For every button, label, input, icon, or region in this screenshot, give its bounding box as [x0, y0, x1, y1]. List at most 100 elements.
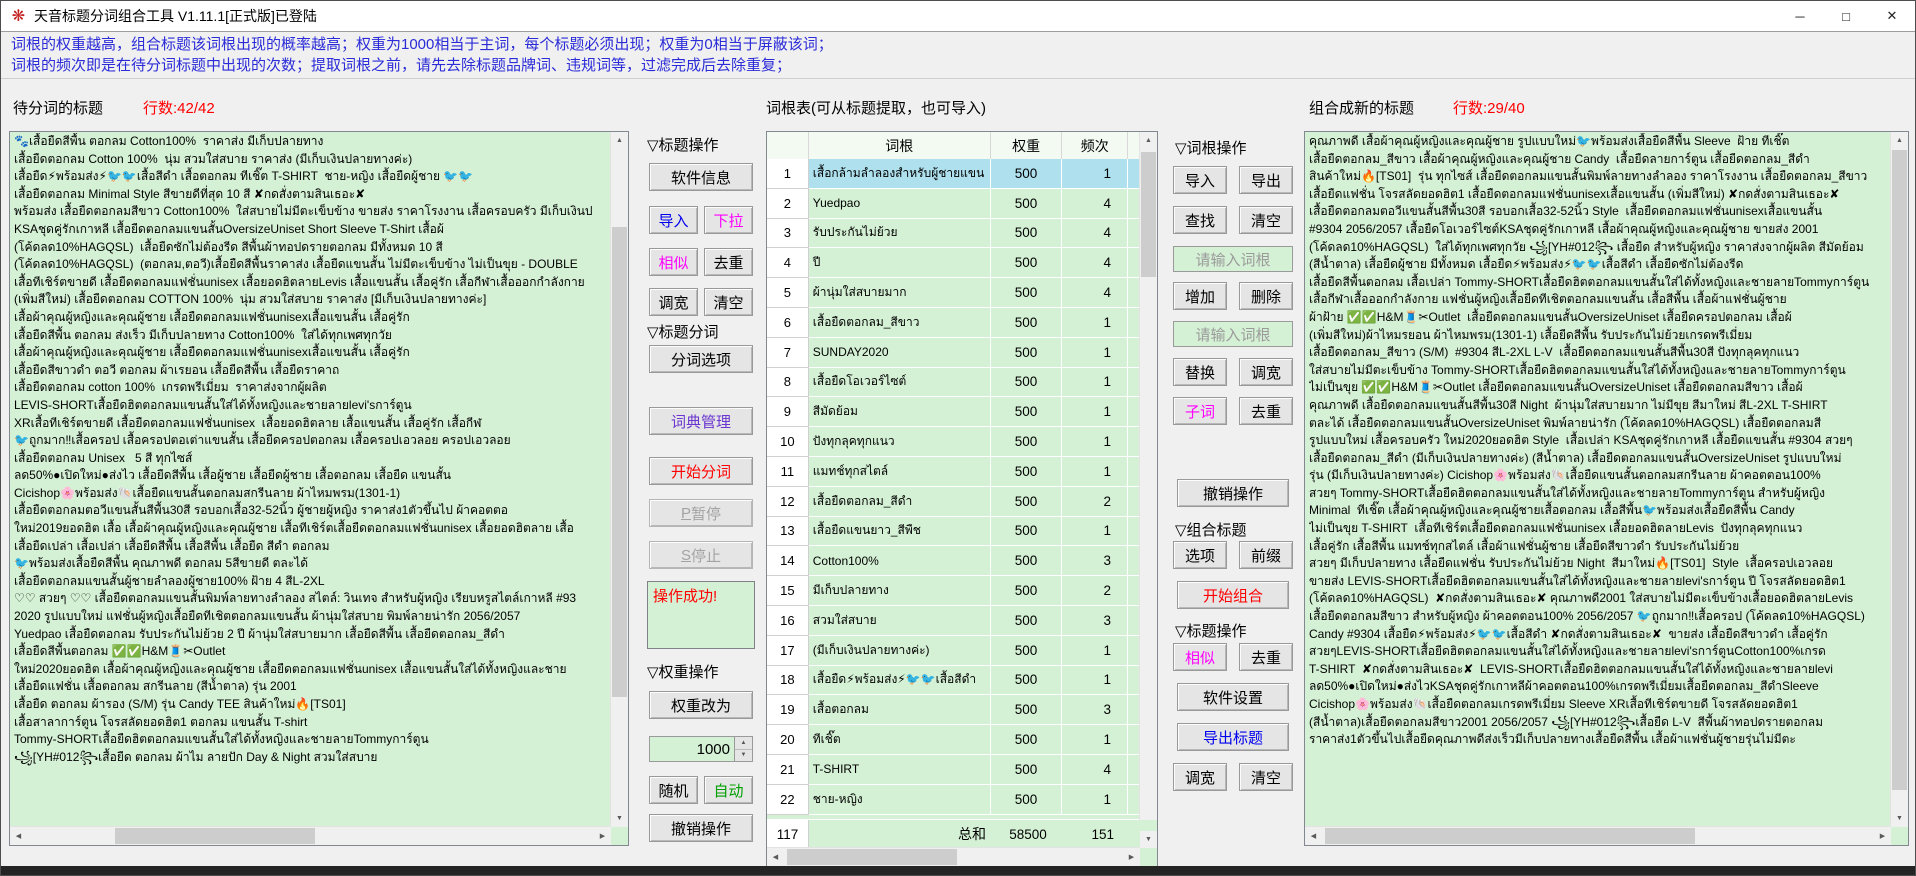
root-table[interactable]: 词根 权重 频次 1เสื้อกล้ามลำลองสำหรับผู้ชายแขน…: [766, 131, 1158, 867]
root-table-row[interactable]: 7SUNDAY20205001: [767, 338, 1140, 368]
root-table-row[interactable]: 13เสื้อยืดแขนยาว_สีพืช5001: [767, 517, 1140, 547]
root-table-row[interactable]: 4ปี5004: [767, 248, 1140, 278]
source-horizontal-scrollbar[interactable]: ◀ ▶: [10, 826, 611, 845]
random-weight-button[interactable]: 随机: [649, 776, 698, 804]
root-table-row[interactable]: 9สีมัดย้อม5001: [767, 397, 1140, 427]
clear-roots-button[interactable]: 清空: [1239, 206, 1293, 234]
root-table-row[interactable]: 8เสื้อยืดโอเวอร์ไซต์5001: [767, 368, 1140, 398]
delete-root-button[interactable]: 删除: [1239, 282, 1293, 310]
root-table-row[interactable]: 18เสื้อยืด⚡พร้อมส่ง⚡🐦🐦เสื้อสีดำ5001: [767, 666, 1140, 696]
close-button[interactable]: ✕: [1869, 1, 1915, 31]
find-root-button[interactable]: 查找: [1173, 206, 1227, 234]
prefix-button[interactable]: 前缀: [1239, 541, 1293, 569]
root-table-row[interactable]: 17(มีเก็บเงินปลายทางค่ะ)5001: [767, 636, 1140, 666]
import-roots-button[interactable]: 导入: [1173, 166, 1227, 194]
root-table-row[interactable]: 6เสื้อยืดตอกลม_สีขาว5001: [767, 308, 1140, 338]
scroll-right-icon[interactable]: ▶: [1123, 848, 1140, 865]
left-panel-title: 待分词的标题: [13, 97, 103, 118]
minimize-button[interactable]: ─: [1777, 1, 1823, 31]
subword-button[interactable]: 子词: [1173, 397, 1227, 425]
scroll-down-icon[interactable]: ▼: [1140, 831, 1157, 848]
root-table-row[interactable]: 22ชาย-หญิง5001: [767, 785, 1140, 815]
scroll-thumb[interactable]: [612, 227, 627, 697]
similar-titles-button[interactable]: 相似: [649, 248, 698, 276]
stop-button[interactable]: S停止: [649, 541, 753, 569]
source-vertical-scrollbar[interactable]: ▲ ▼: [610, 132, 628, 827]
cell-weight: 500: [991, 189, 1063, 219]
root-table-row[interactable]: 15มีเก็บปลายทาง5002: [767, 576, 1140, 606]
root-table-row[interactable]: 10ปังทุกลุคทุกแนว5001: [767, 427, 1140, 457]
start-segment-button[interactable]: 开始分词: [649, 457, 753, 485]
dictionary-manage-button[interactable]: 词典管理: [649, 407, 753, 435]
weight-value-spinner[interactable]: 1000 ▲ ▼: [649, 736, 753, 762]
scroll-thumb[interactable]: [115, 828, 315, 844]
dedupe-results-button[interactable]: 去重: [1239, 643, 1293, 671]
pause-button[interactable]: P暂停: [649, 499, 753, 527]
root-table-row[interactable]: 16สวมใส่สบาย5003: [767, 606, 1140, 636]
scroll-thumb[interactable]: [787, 849, 957, 865]
scroll-thumb[interactable]: [1892, 150, 1907, 790]
scroll-up-icon[interactable]: ▲: [1140, 132, 1157, 149]
result-titles-textarea[interactable]: คุณภาพดี เสื้อผ้าคุณผู้หญิงและคุณผู้ชาย …: [1304, 131, 1909, 846]
export-titles-button[interactable]: 导出标题: [1177, 723, 1289, 751]
title-line: สวยๆ มีเก็บปลายทาง เสื้อยืดแฟชั่น รับประ…: [1309, 555, 1888, 573]
scroll-thumb[interactable]: [1325, 828, 1695, 844]
scroll-left-icon[interactable]: ◀: [10, 827, 27, 844]
clear-results-button[interactable]: 清空: [1239, 763, 1293, 791]
root-table-row[interactable]: 1เสื้อกล้ามลำลองสำหรับผู้ชายแขน5001: [767, 159, 1140, 189]
undo-weight-button[interactable]: 撤销操作: [649, 814, 753, 842]
scroll-right-icon[interactable]: ▶: [1874, 827, 1891, 844]
auto-weight-button[interactable]: 自动: [704, 776, 753, 804]
root-table-row[interactable]: 21T-SHIRT5004: [767, 755, 1140, 785]
undo-roots-button[interactable]: 撤销操作: [1177, 479, 1289, 507]
root-table-row[interactable]: 19เสื้อตอกลม5003: [767, 695, 1140, 725]
widen-roots-button[interactable]: 调宽: [1239, 358, 1293, 386]
replace-root-button[interactable]: 替换: [1173, 358, 1227, 386]
root-table-row[interactable]: 12เสื้อยืดตอกลม_สีดำ5002: [767, 487, 1140, 517]
result-horizontal-scrollbar[interactable]: ◀ ▶: [1305, 826, 1891, 845]
title-line: เสื้อยืด⚡พร้อมส่ง⚡🐦🐦เสื้อสีดำ เสื้อตอกลม…: [14, 168, 608, 186]
widen-results-button[interactable]: 调宽: [1173, 763, 1227, 791]
maximize-button[interactable]: □: [1823, 1, 1869, 31]
root-table-row[interactable]: 3รับประกันไม่ย้วย5004: [767, 219, 1140, 249]
root-input-1[interactable]: 请输入词根: [1173, 246, 1293, 272]
scroll-left-icon[interactable]: ◀: [1305, 827, 1322, 844]
result-vertical-scrollbar[interactable]: ▲ ▼: [1890, 132, 1908, 827]
combine-options-button[interactable]: 选项: [1173, 541, 1227, 569]
similar-results-button[interactable]: 相似: [1173, 643, 1227, 671]
scroll-up-icon[interactable]: ▲: [611, 132, 628, 149]
title-line: สวยๆLEVIS-SHORTเสื้อยืดฮิตตอกลมแขนสั้นใส…: [1309, 643, 1888, 661]
widen-titles-button[interactable]: 调宽: [649, 288, 698, 316]
scroll-up-icon[interactable]: ▲: [1891, 132, 1908, 149]
source-titles-textarea[interactable]: 🐾เสื้อยืดสีพื้น ตอกลม Cotton100% ราคาส่ง…: [9, 131, 629, 846]
start-combine-button[interactable]: 开始组合: [1177, 581, 1289, 609]
scroll-right-icon[interactable]: ▶: [594, 827, 611, 844]
software-info-button[interactable]: 软件信息: [649, 163, 753, 191]
weight-change-button[interactable]: 权重改为: [649, 691, 753, 719]
dedupe-roots-button[interactable]: 去重: [1239, 397, 1293, 425]
dropdown-button[interactable]: 下拉: [704, 206, 753, 234]
root-table-row[interactable]: 5ผ้านุ่มใส่สบายมาก5004: [767, 278, 1140, 308]
table-vertical-scrollbar[interactable]: ▲ ▼: [1139, 132, 1157, 820]
spinner-down-icon[interactable]: ▼: [735, 750, 752, 762]
scroll-down-icon[interactable]: ▼: [1891, 810, 1908, 827]
root-table-row[interactable]: 20ทีเชิ๊ต5001: [767, 725, 1140, 755]
scroll-left-icon[interactable]: ◀: [767, 848, 784, 865]
add-root-button[interactable]: 增加: [1173, 282, 1227, 310]
root-table-row[interactable]: 14Cotton100%5003: [767, 546, 1140, 576]
import-titles-button[interactable]: 导入: [649, 206, 698, 234]
weight-value[interactable]: 1000: [650, 737, 734, 761]
title-line: ꧁[YH#012꧂เสื้อยืด ตอกลม ผ้าไม ลายปัก Day…: [14, 749, 608, 767]
export-roots-button[interactable]: 导出: [1239, 166, 1293, 194]
root-table-row[interactable]: 11แมทช์ทุกสไตล์5001: [767, 457, 1140, 487]
clear-titles-button[interactable]: 清空: [704, 288, 753, 316]
settings-button[interactable]: 软件设置: [1177, 683, 1289, 711]
dedupe-titles-button[interactable]: 去重: [704, 248, 753, 276]
scroll-down-icon[interactable]: ▼: [611, 810, 628, 827]
root-input-2[interactable]: 请输入词根: [1173, 321, 1293, 347]
table-horizontal-scrollbar[interactable]: ◀ ▶: [767, 847, 1140, 866]
spinner-up-icon[interactable]: ▲: [735, 737, 752, 750]
scroll-thumb[interactable]: [1141, 152, 1156, 277]
segment-options-button[interactable]: 分词选项: [649, 345, 753, 373]
root-table-row[interactable]: 2Yuedpao5004: [767, 189, 1140, 219]
